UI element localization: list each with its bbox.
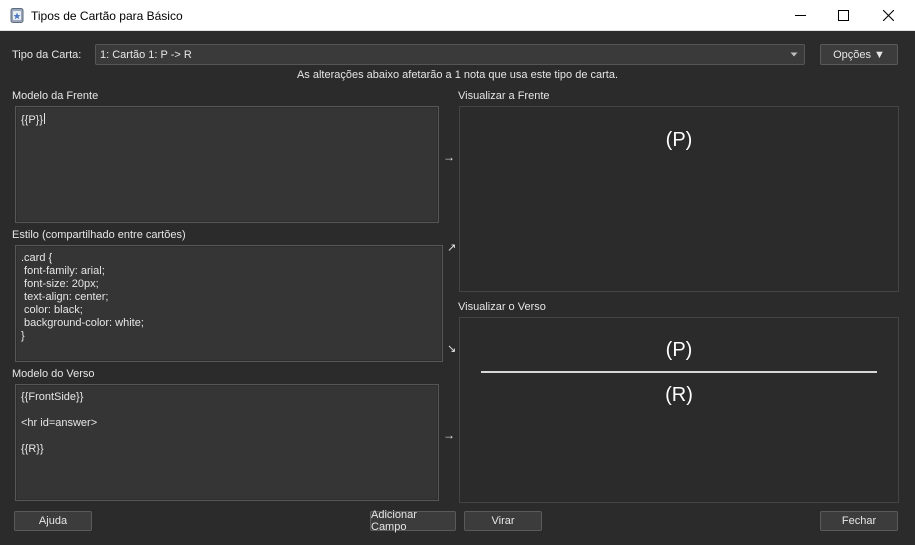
text-cursor: [44, 113, 46, 124]
front-template-editor[interactable]: {{P}}: [15, 106, 439, 223]
answer-divider: [481, 371, 877, 373]
help-button[interactable]: Ajuda: [14, 511, 92, 531]
arrow-down-right-icon: ↘: [447, 343, 457, 355]
title-bar: Tipos de Cartão para Básico: [0, 0, 915, 31]
back-preview-label: Visualizar o Verso: [458, 301, 546, 313]
front-template-text: {{P}}: [21, 114, 44, 126]
styling-text: .card { font-family: arial; font-size: 2…: [21, 252, 144, 342]
front-arrow-icon: →: [443, 150, 455, 164]
back-template-text: {{FrontSide}} <hr id=answer> {{R}}: [21, 391, 98, 455]
back-preview-question: (P): [665, 339, 693, 361]
minimize-icon: [794, 15, 806, 16]
card-type-label: Tipo da Carta:: [12, 49, 82, 61]
close-window-button[interactable]: [865, 0, 911, 31]
flip-button[interactable]: Virar: [464, 511, 542, 531]
close-icon: [882, 10, 894, 21]
maximize-button[interactable]: [820, 0, 866, 31]
front-template-label: Modelo da Frente: [12, 90, 99, 102]
close-button[interactable]: Fechar: [820, 511, 898, 531]
back-preview-pane: (P) (R): [459, 317, 899, 503]
minimize-button[interactable]: [777, 0, 823, 31]
styling-label: Estilo (compartilhado entre cartões): [12, 229, 186, 241]
chevron-down-icon: [790, 52, 798, 57]
back-preview-answer: (R): [665, 384, 693, 406]
affected-notes-notice: As alterações abaixo afetarão a 1 nota q…: [296, 69, 619, 81]
window-title: Tipos de Cartão para Básico: [31, 9, 183, 23]
back-arrow-icon: →: [443, 428, 455, 442]
card-type-select[interactable]: 1: Cartão 1: P -> R: [95, 44, 805, 65]
front-preview-label: Visualizar a Frente: [458, 90, 550, 102]
front-preview-pane: (P): [459, 106, 899, 292]
add-field-button[interactable]: Adicionar Campo: [370, 509, 456, 533]
back-template-editor[interactable]: {{FrontSide}} <hr id=answer> {{R}}: [15, 384, 439, 501]
styling-editor[interactable]: .card { font-family: arial; font-size: 2…: [15, 245, 443, 362]
front-preview-question: (P): [665, 129, 693, 151]
card-type-value: 1: Cartão 1: P -> R: [100, 49, 192, 61]
options-button[interactable]: Opções ▼: [820, 44, 898, 65]
maximize-icon: [837, 10, 849, 21]
arrow-up-right-icon: ↗: [447, 242, 457, 254]
anki-app-icon: [10, 8, 24, 23]
back-template-label: Modelo do Verso: [12, 368, 95, 380]
